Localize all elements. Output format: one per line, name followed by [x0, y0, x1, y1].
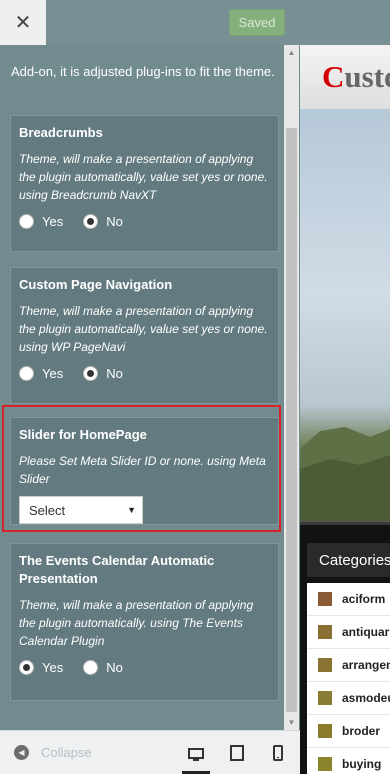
folder-icon [318, 658, 332, 672]
section-description: Please Set Meta Slider ID or none. using… [19, 454, 266, 486]
folder-icon [318, 724, 332, 738]
collapse-arrow-icon: ◀ [14, 745, 29, 760]
page-navigation-no-radio[interactable]: No [83, 366, 123, 381]
category-label: antiquarian [342, 625, 390, 639]
chevron-down-icon: ▼ [127, 505, 136, 515]
events-calendar-no-radio[interactable]: No [83, 660, 123, 675]
tablet-preview-button[interactable] [223, 739, 251, 767]
section-description: Theme, will make a presentation of apply… [19, 152, 268, 202]
site-preview[interactable]: Custo Categories aciform antiquarian arr… [300, 45, 390, 774]
radio-circle[interactable] [83, 214, 99, 229]
saved-button[interactable]: Saved [229, 9, 285, 36]
collapse-button[interactable]: ◀ Collapse [14, 745, 92, 760]
category-label: arrangement [342, 658, 390, 672]
page-navigation-section: Custom Page Navigation Theme, will make … [10, 267, 279, 404]
intro-text: Add-on, it is adjusted plug-ins to fit t… [11, 64, 275, 79]
breadcrumbs-section: Breadcrumbs Theme, will make a presentat… [10, 115, 279, 252]
folder-icon [318, 691, 332, 705]
desktop-icon [188, 748, 204, 761]
categories-heading: Categories [307, 543, 390, 577]
scrollbar-thumb[interactable] [286, 128, 297, 712]
site-title[interactable]: Custo [322, 59, 390, 95]
category-item[interactable]: broder [307, 715, 390, 748]
category-label: aciform [342, 592, 386, 606]
site-title-rest: usto [344, 59, 390, 94]
category-label: broder [342, 724, 381, 738]
page-navigation-radio-group: Yes No [19, 366, 270, 381]
section-title: Slider for HomePage [19, 427, 147, 442]
section-title: Custom Page Navigation [19, 277, 173, 292]
scroll-down-icon[interactable]: ▼ [284, 715, 299, 730]
folder-icon [318, 625, 332, 639]
radio-circle[interactable] [19, 366, 34, 381]
events-calendar-section: The Events Calendar Automatic Presentati… [10, 543, 279, 701]
tablet-icon [230, 745, 244, 761]
section-description: Theme, will make a presentation of apply… [19, 598, 254, 648]
radio-label: Yes [42, 366, 64, 381]
close-button[interactable]: ✕ [0, 0, 46, 45]
radio-label: No [106, 660, 123, 675]
events-calendar-yes-radio[interactable]: Yes [19, 660, 63, 675]
radio-circle[interactable] [19, 214, 34, 229]
mobile-icon [273, 745, 283, 761]
collapse-label: Collapse [41, 745, 92, 760]
category-item[interactable]: antiquarian [307, 616, 390, 649]
scroll-up-icon[interactable]: ▲ [284, 45, 299, 60]
section-title: Breadcrumbs [19, 125, 103, 140]
page-navigation-yes-radio[interactable]: Yes [19, 366, 63, 381]
categories-list: aciform antiquarian arrangement asmodeus… [307, 583, 390, 774]
customizer-footer: ◀ Collapse [0, 730, 300, 774]
breadcrumbs-no-radio[interactable]: No [83, 214, 123, 229]
folder-icon [318, 592, 332, 606]
radio-label: Yes [42, 214, 64, 229]
radio-circle[interactable] [19, 660, 34, 675]
radio-circle[interactable] [83, 366, 99, 381]
customizer-header: ✕ Saved [0, 0, 390, 45]
category-item[interactable]: arrangement [307, 649, 390, 682]
select-value: Select [29, 502, 66, 518]
desktop-preview-button[interactable] [182, 739, 210, 774]
events-calendar-radio-group: Yes No [19, 660, 270, 675]
radio-circle[interactable] [83, 660, 99, 675]
close-icon: ✕ [14, 12, 32, 34]
section-title: The Events Calendar Automatic Presentati… [19, 553, 215, 586]
category-item[interactable]: buying [307, 748, 390, 774]
section-description: Theme, will make a presentation of apply… [19, 304, 268, 354]
breadcrumbs-radio-group: Yes No [19, 214, 270, 229]
hero-landscape [300, 427, 390, 521]
site-title-initial: C [322, 59, 345, 94]
customizer-sidebar: Add-on, it is adjusted plug-ins to fit t… [0, 45, 300, 730]
radio-label: No [106, 366, 123, 381]
radio-label: No [106, 214, 123, 229]
preview-header: Custo [300, 45, 390, 109]
category-label: buying [342, 757, 382, 771]
folder-icon [318, 757, 332, 771]
slider-section: Slider for HomePage Please Set Meta Slid… [10, 417, 279, 525]
slider-select[interactable]: Select ▼ [19, 496, 143, 524]
sidebar-scrollbar[interactable]: ▲ ▼ [284, 45, 299, 730]
hero-image [300, 109, 390, 521]
category-item[interactable]: aciform [307, 583, 390, 616]
category-label: asmodeus [342, 691, 390, 705]
category-item[interactable]: asmodeus [307, 682, 390, 715]
breadcrumbs-yes-radio[interactable]: Yes [19, 214, 63, 229]
radio-label: Yes [42, 660, 64, 675]
mobile-preview-button[interactable] [264, 739, 292, 767]
